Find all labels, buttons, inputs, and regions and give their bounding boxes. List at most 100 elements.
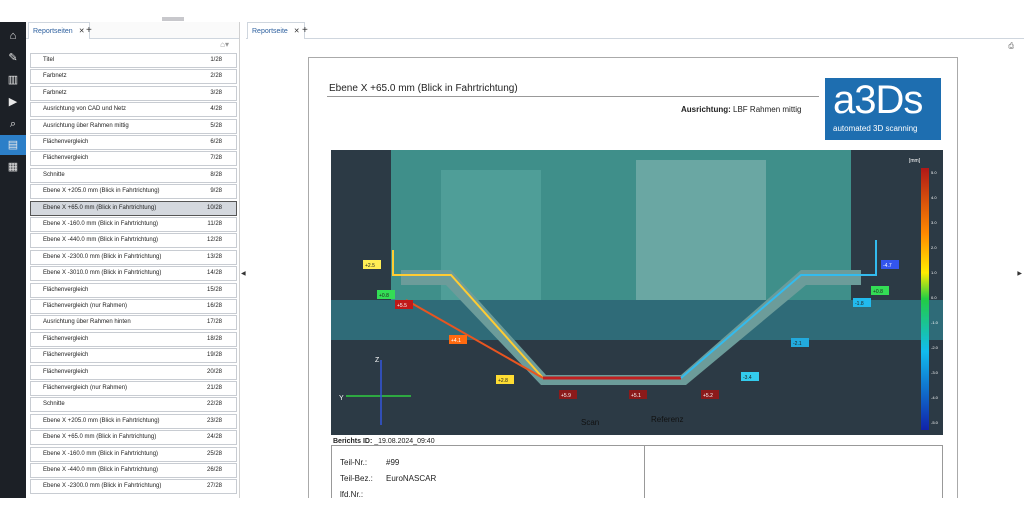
report-page-label: Farbnetz bbox=[43, 89, 67, 96]
close-icon[interactable]: ✕ bbox=[294, 28, 300, 35]
report-page-label: Schnitte bbox=[43, 401, 65, 408]
axis-y-label: Y bbox=[339, 395, 344, 402]
report-page-number: 27/28 bbox=[206, 483, 222, 490]
mesh-frame bbox=[331, 300, 943, 340]
collapse-left-icon[interactable]: ◀ bbox=[241, 270, 246, 277]
legend-tick: 3.0 bbox=[931, 220, 937, 225]
report-page-number: 24/28 bbox=[206, 434, 222, 441]
report-page-item[interactable]: Farbnetz 3/28 bbox=[30, 85, 237, 101]
legend-tick: 5.0 bbox=[931, 170, 937, 175]
report-page-item[interactable]: Ebene X +65.0 mm (Blick in Fahrtrichtung… bbox=[30, 200, 237, 216]
title-divider bbox=[327, 96, 819, 97]
deviation-value: +5.5 bbox=[397, 303, 407, 309]
report-page-item[interactable]: Flächenvergleich 20/28 bbox=[30, 364, 237, 380]
report-page-number: 15/28 bbox=[206, 286, 222, 293]
report-page-label: Ebene X -160.0 mm (Blick in Fahrtrichtun… bbox=[43, 221, 159, 227]
add-tab-button[interactable]: + bbox=[302, 22, 308, 39]
report-page-number: 21/28 bbox=[206, 385, 222, 391]
print-icon[interactable]: ⎙ bbox=[1008, 43, 1014, 51]
orientation-value: LBF Rahmen mittig bbox=[733, 105, 802, 114]
report-page-item[interactable]: Titel 1/28 bbox=[30, 53, 237, 68]
report-page-item[interactable]: Flächenvergleich 18/28 bbox=[30, 331, 237, 347]
report-page-label: Ebene X +65.0 mm (Blick in Fahrtrichtung… bbox=[43, 434, 157, 441]
home-icon[interactable]: ⌂ bbox=[3, 26, 23, 46]
report-icon[interactable]: ▤ bbox=[0, 135, 26, 155]
scan-visualization: Z Y +2.5 +0.8 +5.5 +4.1 +2.8 +5.9 +5.1 +5.2 -3.4… bbox=[331, 150, 943, 435]
bottom-strip bbox=[0, 498, 1024, 510]
deviation-value: +5.1 bbox=[631, 393, 641, 399]
report-page-number: 26/28 bbox=[206, 467, 222, 473]
tab-label: Reportseiten bbox=[33, 28, 73, 35]
left-tool-row: ⌂▾ bbox=[26, 39, 239, 53]
grid-icon[interactable]: ▦ bbox=[3, 157, 23, 177]
report-page-item[interactable]: Ebene X +65.0 mm (Blick in Fahrtrichtung… bbox=[30, 430, 237, 446]
report-page-item[interactable]: Ausrichtung über Rahmen mittig 5/28 bbox=[30, 118, 237, 134]
report-page-label: Flächenvergleich (nur Rahmen) bbox=[43, 385, 128, 391]
report-page-label: Flächenvergleich bbox=[43, 139, 89, 145]
report-page-item[interactable]: Ebene X -160.0 mm (Blick in Fahrtrichtun… bbox=[30, 217, 237, 232]
deviation-value: +5.9 bbox=[561, 393, 571, 399]
report-page-number: 5/28 bbox=[210, 122, 222, 129]
deviation-value: +0.8 bbox=[379, 293, 389, 299]
report-page-item[interactable]: Flächenvergleich 19/28 bbox=[30, 348, 237, 364]
report-id-value: _19.08.2024_09:40 bbox=[374, 438, 435, 445]
report-page-item[interactable]: Flächenvergleich 15/28 bbox=[30, 282, 237, 298]
report-page-number: 25/28 bbox=[206, 450, 222, 457]
deviation-value: -3.4 bbox=[743, 375, 752, 381]
add-tab-button[interactable]: + bbox=[86, 22, 92, 39]
report-page-item[interactable]: Flächenvergleich (nur Rahmen) 21/28 bbox=[30, 381, 237, 396]
tag-icon[interactable]: ⌂▾ bbox=[220, 40, 229, 49]
orientation-line: Ausrichtung: LBF Rahmen mittig bbox=[681, 105, 801, 114]
legend-tick: 0.0 bbox=[931, 295, 937, 300]
report-page-label: Ebene X +65.0 mm (Blick in Fahrtrichtung… bbox=[43, 204, 157, 211]
deviation-value: -2.1 bbox=[793, 341, 802, 347]
report-page-label: Flächenvergleich (nur Rahmen) bbox=[43, 303, 128, 309]
report-page-number: 2/28 bbox=[210, 73, 222, 80]
report-page-number: 1/28 bbox=[210, 57, 222, 63]
report-page-item[interactable]: Ausrichtung über Rahmen hinten 17/28 bbox=[30, 315, 237, 331]
report-page-label: Ausrichtung über Rahmen mittig bbox=[43, 122, 129, 129]
report-page-item[interactable]: Ebene X -440.0 mm (Blick in Fahrtrichtun… bbox=[30, 463, 237, 478]
deviation-value: +5.2 bbox=[703, 393, 713, 399]
label-scan: Scan bbox=[581, 418, 599, 427]
report-page-item[interactable]: Ebene X -3010.0 mm (Blick in Fahrtrichtu… bbox=[30, 266, 237, 282]
deviation-value: +0.8 bbox=[873, 289, 883, 295]
report-page-label: Ausrichtung über Rahmen hinten bbox=[43, 319, 131, 326]
tab-reportseite[interactable]: Reportseite ✕ bbox=[247, 22, 305, 39]
part-info-box: Teil-Nr.: #99 Teil-Bez.: EuroNASCAR lfd.… bbox=[331, 445, 943, 501]
legend-tick: -1.0 bbox=[931, 320, 939, 325]
report-page-item[interactable]: Ebene X +205.0 mm (Blick in Fahrtrichtun… bbox=[30, 413, 237, 429]
report-page-number: 23/28 bbox=[206, 417, 222, 424]
report-page-item[interactable]: Ebene X -160.0 mm (Blick in Fahrtrichtun… bbox=[30, 446, 237, 462]
report-page-item[interactable]: Flächenvergleich (nur Rahmen) 16/28 bbox=[30, 299, 237, 314]
report-page-item[interactable]: Ausrichtung von CAD und Netz 4/28 bbox=[30, 102, 237, 118]
report-page-number: 19/28 bbox=[206, 352, 222, 359]
info-row-part-number: Teil-Nr.: #99 bbox=[340, 458, 399, 467]
top-strip bbox=[0, 0, 1024, 22]
tab-reportseiten[interactable]: Reportseiten ✕ bbox=[28, 22, 90, 39]
report-page-item[interactable]: Ebene X -2300.0 mm (Blick in Fahrtrichtu… bbox=[30, 479, 237, 495]
report-page-label: Ebene X -440.0 mm (Blick in Fahrtrichtun… bbox=[43, 237, 159, 244]
report-page-item[interactable]: Flächenvergleich 7/28 bbox=[30, 151, 237, 167]
report-page-label: Flächenvergleich bbox=[43, 286, 89, 293]
barcode-icon[interactable]: ▥ bbox=[3, 70, 23, 90]
search-icon[interactable]: ⌕ bbox=[3, 114, 23, 134]
logo-text: a3Ds bbox=[833, 78, 923, 122]
legend-tick: 1.0 bbox=[931, 270, 937, 275]
orientation-label: Ausrichtung: bbox=[681, 105, 731, 114]
report-page-label: Flächenvergleich bbox=[43, 352, 89, 359]
report-page-item[interactable]: Ebene X +205.0 mm (Blick in Fahrtrichtun… bbox=[30, 184, 237, 200]
report-page-label: Ebene X -3010.0 mm (Blick in Fahrtrichtu… bbox=[43, 270, 162, 277]
report-page-item[interactable]: Ebene X -440.0 mm (Blick in Fahrtrichtun… bbox=[30, 233, 237, 249]
report-page-item[interactable]: Flächenvergleich 6/28 bbox=[30, 135, 237, 150]
report-page-item[interactable]: Schnitte 22/28 bbox=[30, 397, 237, 413]
report-page-number: 4/28 bbox=[210, 106, 222, 113]
report-page-item[interactable]: Schnitte 8/28 bbox=[30, 167, 237, 183]
report-page-item[interactable]: Ebene X -2300.0 mm (Blick in Fahrtrichtu… bbox=[30, 249, 237, 265]
wrench-icon[interactable]: ✎ bbox=[3, 48, 23, 68]
report-page-item[interactable]: Farbnetz 2/28 bbox=[30, 69, 237, 85]
expand-right-icon[interactable]: ▶ bbox=[1017, 270, 1022, 277]
report-page-label: Flächenvergleich bbox=[43, 335, 89, 342]
camera-icon[interactable]: ▶ bbox=[3, 92, 23, 112]
close-icon[interactable]: ✕ bbox=[79, 28, 85, 35]
